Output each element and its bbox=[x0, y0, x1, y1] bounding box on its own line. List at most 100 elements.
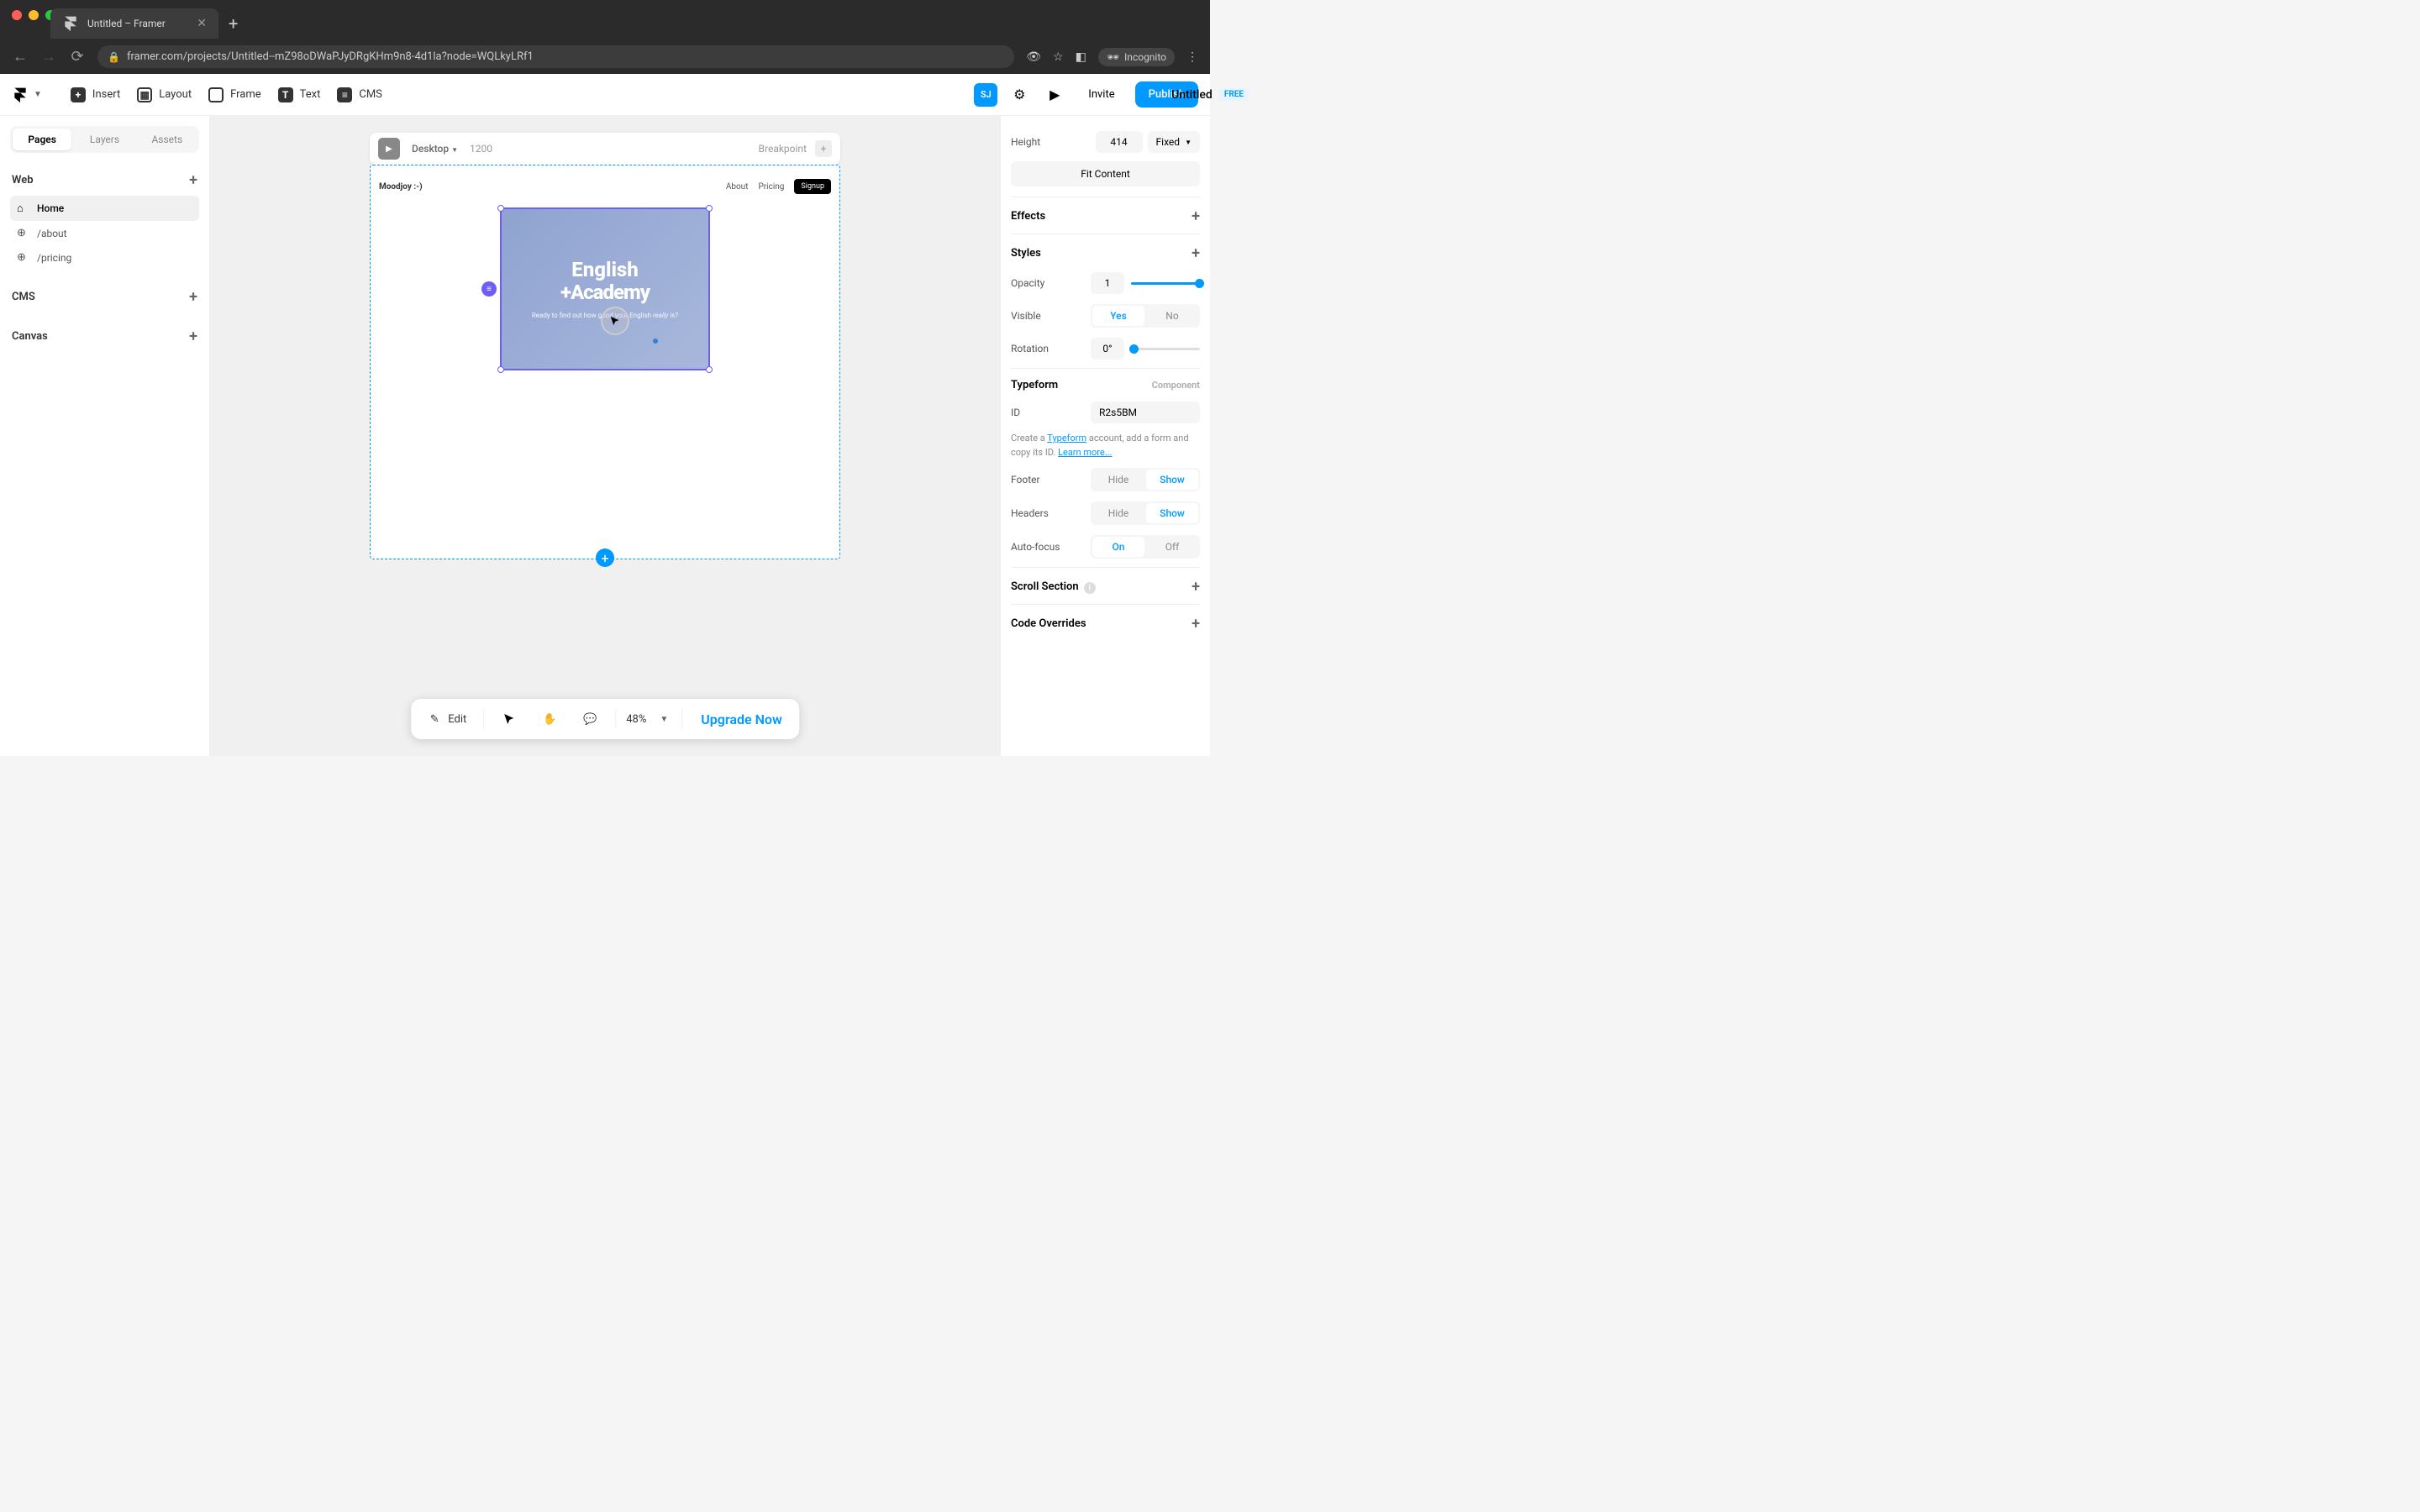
cms-button[interactable]: ≡CMS bbox=[329, 82, 391, 108]
resize-handle-tr[interactable] bbox=[706, 205, 713, 212]
invite-button[interactable]: Invite bbox=[1076, 83, 1126, 106]
play-button[interactable]: ▶ bbox=[1041, 81, 1068, 108]
play-icon: ▶ bbox=[386, 144, 392, 154]
add-page-button[interactable]: + bbox=[189, 171, 197, 189]
footer-hide[interactable]: Hide bbox=[1092, 470, 1144, 490]
close-tab-icon[interactable]: ✕ bbox=[197, 17, 207, 30]
add-breakpoint-button[interactable]: + bbox=[815, 140, 832, 157]
effects-header: Effects + bbox=[1011, 197, 1200, 230]
home-icon: ⌂ bbox=[17, 202, 29, 215]
lock-icon: 🔒 bbox=[108, 51, 120, 63]
framer-favicon-icon bbox=[62, 15, 79, 32]
zoom-level[interactable]: 48% bbox=[623, 713, 650, 726]
address-bar[interactable]: 🔒 framer.com/projects/Untitled--mZ98oDWa… bbox=[97, 45, 1014, 68]
minimize-window-icon[interactable] bbox=[29, 10, 39, 20]
headers-hide[interactable]: Hide bbox=[1092, 503, 1144, 523]
tab-pages[interactable]: Pages bbox=[13, 129, 71, 150]
page-about[interactable]: ⊕/about bbox=[10, 221, 199, 245]
eye-off-icon[interactable]: 👁 bbox=[1026, 50, 1041, 64]
headers-show[interactable]: Show bbox=[1146, 503, 1198, 523]
free-badge: FREE bbox=[1219, 88, 1249, 101]
gear-icon: ⚙ bbox=[1013, 87, 1025, 102]
height-mode-select[interactable]: Fixed▼ bbox=[1148, 131, 1200, 153]
extensions-icon[interactable]: ◧ bbox=[1076, 50, 1086, 64]
opacity-slider[interactable] bbox=[1131, 282, 1200, 285]
left-panel: Pages Layers Assets Web + ⌂Home ⊕/about … bbox=[0, 116, 210, 756]
typeform-link[interactable]: Typeform bbox=[1047, 433, 1086, 444]
learn-more-link[interactable]: Learn more... bbox=[1058, 447, 1112, 458]
typeform-subtitle: Ready to find out how good your English … bbox=[532, 312, 678, 319]
comment-tool[interactable]: 💬 bbox=[571, 704, 608, 734]
more-icon[interactable]: ⋮ bbox=[1186, 50, 1198, 64]
hand-tool[interactable]: ✋ bbox=[531, 704, 568, 734]
tab-assets[interactable]: Assets bbox=[138, 129, 197, 150]
chevron-down-icon: ▼ bbox=[451, 146, 458, 154]
incognito-badge[interactable]: 🕶 Incognito bbox=[1098, 48, 1175, 66]
add-style-button[interactable]: + bbox=[1192, 244, 1200, 262]
typeform-header: Typeform Component bbox=[1011, 368, 1200, 396]
layout-button[interactable]: ▦Layout bbox=[129, 82, 200, 108]
settings-button[interactable]: ⚙ bbox=[1006, 81, 1033, 108]
component-badge-icon[interactable]: ≡ bbox=[481, 281, 497, 297]
add-effect-button[interactable]: + bbox=[1192, 207, 1200, 225]
reload-button[interactable]: ⟳ bbox=[69, 48, 86, 66]
autofocus-toggle: On Off bbox=[1091, 535, 1200, 559]
device-selector[interactable]: Desktop ▼ bbox=[412, 143, 458, 155]
browser-tab[interactable]: Untitled – Framer ✕ bbox=[50, 8, 218, 39]
page-home[interactable]: ⌂Home bbox=[10, 196, 199, 221]
canvas[interactable]: ▶ Desktop ▼ 1200 Breakpoint + Moodjoy :-… bbox=[210, 116, 1000, 756]
typeform-embed[interactable]: ≡ English +Academy Ready to find out how… bbox=[500, 207, 710, 370]
fit-content-button[interactable]: Fit Content bbox=[1011, 161, 1200, 186]
viewport-width[interactable]: 1200 bbox=[470, 143, 492, 155]
add-canvas-button[interactable]: + bbox=[189, 328, 197, 345]
upgrade-button[interactable]: Upgrade Now bbox=[689, 705, 793, 734]
visible-yes[interactable]: Yes bbox=[1092, 306, 1144, 326]
breakpoint-label: Breakpoint bbox=[759, 143, 807, 155]
bookmark-star-icon[interactable]: ☆ bbox=[1053, 50, 1064, 64]
add-cms-button[interactable]: + bbox=[189, 288, 197, 306]
height-input[interactable]: 414 bbox=[1096, 131, 1143, 153]
rotation-slider[interactable] bbox=[1131, 348, 1200, 350]
add-section-button[interactable]: + bbox=[596, 549, 614, 567]
footer-show[interactable]: Show bbox=[1146, 470, 1198, 490]
back-button[interactable]: ← bbox=[12, 48, 29, 66]
cursor-icon bbox=[501, 711, 518, 727]
close-window-icon[interactable] bbox=[12, 10, 22, 20]
select-tool[interactable] bbox=[491, 704, 528, 734]
user-avatar[interactable]: SJ bbox=[974, 83, 997, 107]
autofocus-off[interactable]: Off bbox=[1146, 537, 1198, 557]
page-frame[interactable]: Moodjoy :-) About Pricing Signup ≡ Engli… bbox=[370, 165, 840, 559]
tab-layers[interactable]: Layers bbox=[75, 129, 134, 150]
framer-menu-button[interactable]: ▼ bbox=[12, 87, 42, 103]
resize-handle-br[interactable] bbox=[706, 366, 713, 373]
viewport-play-button[interactable]: ▶ bbox=[378, 138, 400, 160]
plus-icon: + bbox=[71, 87, 86, 102]
text-icon: T bbox=[278, 87, 293, 102]
chevron-down-icon[interactable]: ▼ bbox=[653, 715, 675, 724]
rotation-input[interactable]: 0° bbox=[1091, 338, 1124, 360]
edit-tool[interactable]: ✎Edit bbox=[416, 704, 476, 734]
viewport-bar: ▶ Desktop ▼ 1200 Breakpoint + bbox=[370, 133, 840, 165]
code-overrides-header: Code Overrides + bbox=[1011, 604, 1200, 638]
new-tab-button[interactable]: + bbox=[229, 13, 238, 34]
forward-button[interactable]: → bbox=[40, 48, 57, 66]
project-title[interactable]: Untitled FREE bbox=[1171, 88, 1249, 102]
tab-title: Untitled – Framer bbox=[87, 18, 166, 29]
resize-handle-bl[interactable] bbox=[497, 366, 504, 373]
resize-handle-tl[interactable] bbox=[497, 205, 504, 212]
scroll-section-header: Scroll Sectioni + bbox=[1011, 567, 1200, 601]
add-override-button[interactable]: + bbox=[1192, 615, 1200, 633]
insert-button[interactable]: +Insert bbox=[62, 82, 129, 108]
frame-button[interactable]: Frame bbox=[200, 82, 270, 108]
id-input[interactable]: R2s5BM bbox=[1091, 402, 1200, 423]
visible-no[interactable]: No bbox=[1146, 306, 1198, 326]
left-panel-tabs: Pages Layers Assets bbox=[10, 126, 199, 153]
info-icon[interactable]: i bbox=[1084, 582, 1096, 594]
tab-bar: Untitled – Framer ✕ + bbox=[50, 8, 1210, 39]
page-pricing[interactable]: ⊕/pricing bbox=[10, 245, 199, 270]
add-scroll-button[interactable]: + bbox=[1192, 578, 1200, 596]
nav-signup: Signup bbox=[794, 179, 831, 194]
autofocus-on[interactable]: On bbox=[1092, 537, 1144, 557]
opacity-input[interactable]: 1 bbox=[1091, 272, 1124, 294]
text-button[interactable]: TText bbox=[270, 82, 329, 108]
